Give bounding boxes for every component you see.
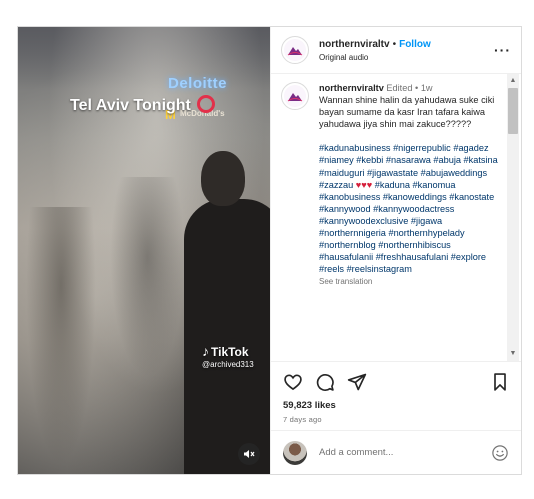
comment-input[interactable] <box>319 447 491 458</box>
caption-scroll-area[interactable]: northernviraltv Edited • 1w Wannan shine… <box>271 74 521 361</box>
tiktok-watermark: ♪ TikTok <box>202 343 249 359</box>
foreground-person-head <box>201 151 245 206</box>
post-header: northernviraltv • Follow Original audio ··… <box>271 27 521 74</box>
follow-button[interactable]: Follow <box>399 39 431 50</box>
action-icons-row <box>283 371 509 393</box>
current-user-avatar <box>283 440 307 465</box>
post-actions: 59,823 likes 7 days ago <box>271 361 521 430</box>
share-icon[interactable] <box>347 372 367 392</box>
caption-body: northernviraltv Edited • 1w Wannan shine… <box>319 82 505 289</box>
speaker-muted-icon <box>244 450 255 458</box>
caption-username[interactable]: northernviraltv <box>319 83 384 93</box>
bookmark-icon[interactable] <box>491 372 509 392</box>
caption-age[interactable]: 1w <box>421 83 433 93</box>
heart-icon[interactable] <box>283 372 303 392</box>
header-username[interactable]: northernviraltv <box>319 39 390 50</box>
scroll-up-arrow-icon[interactable]: ▲ <box>508 77 518 85</box>
caption-separator: • <box>415 83 419 93</box>
scrollbar-thumb[interactable] <box>508 88 518 134</box>
overlay-title-text: Tel Aviv Tonight <box>70 97 191 114</box>
header-separator: • <box>392 39 397 50</box>
comment-icon[interactable] <box>315 372 335 392</box>
foreground-person-body <box>184 199 270 474</box>
red-circle-badge-icon <box>197 95 216 113</box>
hashtags-part-2[interactable]: #kaduna #kanomua #kanobusiness #kanowedd… <box>319 180 494 275</box>
profile-logo-icon <box>284 39 306 61</box>
header-text: northernviraltv • Follow Original audio <box>319 36 494 64</box>
caption-avatar[interactable] <box>281 82 309 110</box>
tiktok-handle: @archived313 <box>202 360 254 369</box>
profile-avatar[interactable] <box>281 36 309 64</box>
profile-logo-icon <box>284 85 306 107</box>
background-crowd-mid <box>110 177 185 377</box>
edited-label: Edited <box>386 83 413 93</box>
emoji-icon[interactable] <box>491 444 509 462</box>
tiktok-label: TikTok <box>211 345 249 359</box>
more-options-icon[interactable]: ··· <box>494 42 511 58</box>
post-video[interactable]: Deloitte M McDonald's Tel Aviv Tonight ♪… <box>18 27 270 474</box>
scroll-down-arrow-icon[interactable]: ▼ <box>508 350 518 358</box>
post-modal: Deloitte M McDonald's Tel Aviv Tonight ♪… <box>17 26 522 475</box>
post-sidebar: northernviraltv • Follow Original audio ··… <box>270 27 521 474</box>
caption-text: Wannan shine halin da yahudawa suke ciki… <box>319 95 495 130</box>
original-audio-link[interactable]: Original audio <box>319 51 494 64</box>
see-translation-link[interactable]: See translation <box>319 276 505 288</box>
add-comment-bar <box>271 430 521 474</box>
caption-row: northernviraltv Edited • 1w Wannan shine… <box>281 82 505 289</box>
deloitte-sign: Deloitte <box>168 75 228 92</box>
mute-button[interactable] <box>238 443 260 465</box>
likes-count[interactable]: 59,823 likes <box>283 400 509 411</box>
post-time[interactable]: 7 days ago <box>283 415 509 424</box>
background-crowd-left <box>26 207 96 467</box>
red-hearts-emoji-icon: ♥♥♥ <box>355 179 373 190</box>
tiktok-note-icon: ♪ <box>202 343 209 359</box>
caption-hashtags[interactable]: #kadunabusiness #nigerrepublic #agadez #… <box>319 142 505 275</box>
video-overlay-title: Tel Aviv Tonight <box>70 95 216 115</box>
